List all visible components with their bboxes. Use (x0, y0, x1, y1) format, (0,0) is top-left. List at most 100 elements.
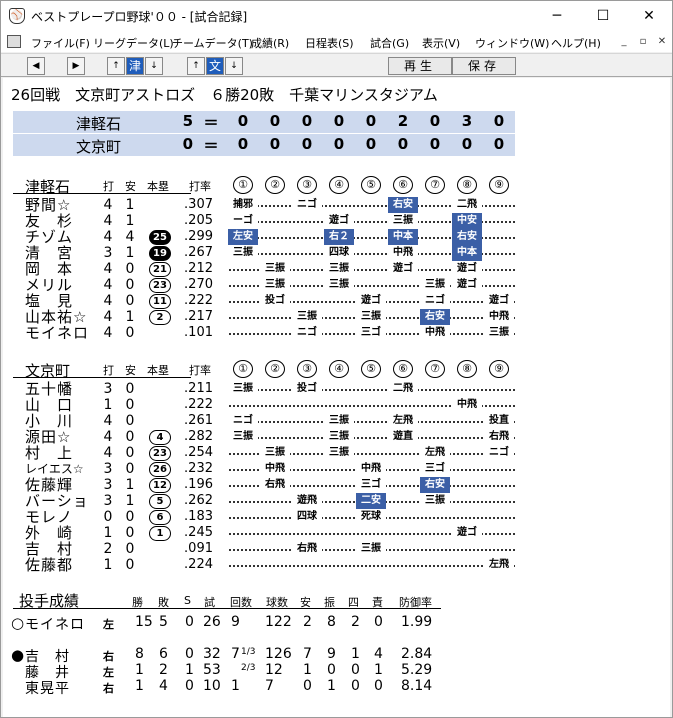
pitcher-l: 2 (159, 662, 168, 678)
pitcher-row[interactable]: 東晃平右 1 4 0 10 1 7 0 1 0 0 8.14 (3, 678, 670, 697)
menu-schedule[interactable]: 日程表(S) (305, 35, 354, 51)
team2-up-button[interactable]: ↑ (187, 57, 205, 75)
baseball-icon[interactable]: ⚾ (9, 8, 25, 24)
player-hits: 0 (125, 413, 135, 429)
player-row[interactable]: 源田☆ 4 0 4 .282 三振 三振 遊直 右飛 (3, 429, 670, 446)
at-bat-result: 遊ゴ (452, 277, 482, 293)
at-bat-result: 遊ゴ (356, 293, 386, 309)
player-row[interactable]: 岡 本 4 0 21 .212 三振 三振 遊ゴ 遊ゴ (3, 261, 670, 278)
player-row[interactable]: 山 口 1 0 .222 中飛 (3, 397, 670, 414)
player-row[interactable]: レイエス☆ 3 0 26 .232 中飛 中飛 三ゴ (3, 461, 670, 478)
at-bat-result: ニゴ (292, 325, 322, 341)
next-button[interactable]: ▶ (67, 57, 85, 75)
player-row[interactable]: 清 宮 3 1 19 .267 三振 四球 中飛 中本 (3, 245, 670, 262)
player-at-bats: 4 (103, 229, 113, 245)
header-h: 安 (125, 180, 136, 193)
player-row[interactable]: バーショ 3 1 5 .262 遊飛 二安 三振 (3, 493, 670, 510)
pitcher-g: 53 (203, 662, 221, 678)
pitcher-row[interactable]: ○ モイネロ左 15 5 0 26 9 122 2 8 2 0 1.99 (3, 614, 670, 633)
team2-select-button[interactable]: 文 (206, 57, 224, 75)
minimize-button[interactable]: ─ (534, 1, 580, 32)
scoreboard-inning-score: 0 (461, 135, 473, 153)
pitcher-row[interactable]: ● 吉 村右 8 6 0 32 7 126 7 9 1 4 2.84 1/3 (3, 646, 670, 665)
player-at-bats: 3 (103, 381, 113, 397)
save-button[interactable]: 保存 (452, 57, 516, 75)
pitching-col-header: 防御率 (399, 596, 432, 609)
play-button[interactable]: 再生 (388, 57, 452, 75)
menu-team-data[interactable]: チームデータ(T) (172, 35, 253, 51)
player-row[interactable]: モレノ 0 0 6.183 四球 死球 (3, 509, 670, 526)
scoreboard-inning-score: 0 (269, 112, 281, 130)
mdi-minimize-button[interactable]: _ (615, 34, 633, 49)
scoreboard-inning-score: 0 (301, 135, 313, 153)
player-row[interactable]: 佐藤輝 3 1 12 .196 右飛 三ゴ 右安 (3, 477, 670, 494)
player-batting-avg: .299 (184, 229, 213, 244)
player-batting-avg: .307 (184, 197, 213, 212)
player-name: メリル (25, 276, 74, 294)
at-bat-result: ニゴ (228, 413, 258, 429)
maximize-button[interactable]: ☐ (580, 1, 626, 32)
team1-down-button[interactable]: ↓ (145, 57, 163, 75)
player-row[interactable]: 佐藤都 1 0 .224 左飛 (3, 557, 670, 574)
menu-stats[interactable]: 成績(R) (251, 35, 289, 51)
player-row[interactable]: 五十幡 3 0 .211 三振 投ゴ 二飛 (3, 381, 670, 398)
team1-select-button[interactable]: 津 (126, 57, 144, 75)
player-hits: 0 (125, 429, 135, 445)
player-at-bats: 4 (103, 213, 113, 229)
inning-header: ④ (329, 360, 349, 378)
close-button[interactable]: ✕ (626, 1, 672, 32)
document-icon[interactable] (7, 35, 21, 48)
prev-button[interactable]: ◀ (27, 57, 45, 75)
player-row[interactable]: モイネロ 4 0 .101 ニゴ 三ゴ 中飛 三振 (3, 325, 670, 342)
player-home-runs: 2 (149, 310, 171, 325)
at-bat-result: 左飛 (484, 557, 514, 573)
at-bat-result: 三振 (420, 493, 450, 509)
scoreboard-inning-score: 0 (493, 112, 505, 130)
player-row[interactable]: 友 杉 4 1 .205 ーゴ 遊ゴ 三振 中安 (3, 213, 670, 230)
at-bat-result: 三振 (292, 309, 322, 325)
player-row[interactable]: 塩 見 4 0 11 .222 投ゴ 遊ゴ ニゴ 遊ゴ (3, 293, 670, 310)
player-row[interactable]: メリル 4 0 23.270 三振 三振 三振 遊ゴ (3, 276, 670, 294)
player-hits: 0 (125, 325, 135, 341)
pitcher-era: 2.84 (401, 646, 433, 662)
player-name: 山本祐☆ (25, 308, 88, 326)
player-row[interactable]: 山本祐☆ 4 1 2 .217 三振 三振 右安 中飛 (3, 308, 670, 326)
scoreboard-inning-score: 0 (365, 112, 377, 130)
menu-league-data[interactable]: リーグデータ(L) (93, 35, 174, 51)
menu-bar: ファイル(F) リーグデータ(L) チームデータ(T) 成績(R) 日程表(S)… (1, 32, 672, 52)
player-row[interactable]: 小 川 4 0 .261 ニゴ 三振 左飛 投直 (3, 413, 670, 430)
player-row[interactable]: 外 崎 1 0 1 .245 遊ゴ (3, 525, 670, 542)
scoreboard-runs: 0 (182, 135, 193, 153)
at-bat-result: 遊ゴ (452, 261, 482, 277)
mdi-close-button[interactable]: ✕ (653, 34, 671, 49)
player-row[interactable]: 村 上 4 0 23 .254 三振 三振 左飛 ニゴ (3, 445, 670, 462)
menu-view[interactable]: 表示(V) (422, 35, 460, 51)
player-at-bats: 1 (103, 397, 113, 413)
team2-down-button[interactable]: ↓ (225, 57, 243, 75)
at-bat-result: 右安 (420, 309, 450, 325)
scoreboard-inning-score: 0 (493, 135, 505, 153)
team1-up-button[interactable]: ↑ (107, 57, 125, 75)
pitcher-h: 7 (303, 646, 312, 662)
at-bat-result: 三振 (324, 261, 354, 277)
scoreboard-inning-score: 0 (269, 135, 281, 153)
player-row[interactable]: 吉 村 2 0 .091 右飛 三振 (3, 541, 670, 558)
player-row[interactable]: チゾム 4 4 25 .299 左安 右２ 中本 右安 (3, 229, 670, 246)
menu-window[interactable]: ウィンドウ(W) (475, 35, 549, 51)
at-bat-result: 二飛 (452, 197, 482, 213)
header-h: 安 (125, 364, 136, 377)
menu-game[interactable]: 試合(G) (370, 35, 409, 51)
mdi-restore-button[interactable]: ▫ (634, 34, 652, 49)
player-batting-avg: .270 (184, 277, 213, 292)
at-bat-result: 遊ゴ (484, 293, 514, 309)
menu-file[interactable]: ファイル(F) (31, 35, 90, 51)
player-batting-avg: .267 (184, 245, 213, 260)
player-row[interactable]: 野間☆ 4 1 .307 捕邪 ニゴ 右安 二飛 (3, 197, 670, 214)
menu-help[interactable]: ヘルプ(H) (551, 35, 601, 51)
pitcher-er: 0 (374, 678, 383, 694)
at-bat-result: 捕邪 (228, 197, 258, 213)
player-batting-avg: .183 (184, 509, 213, 524)
pitcher-row[interactable]: 藤 井左 1 2 1 53 12 1 0 0 1 5.29 2/3 (3, 662, 670, 681)
player-hits: 0 (125, 461, 135, 477)
player-at-bats: 1 (103, 557, 113, 573)
